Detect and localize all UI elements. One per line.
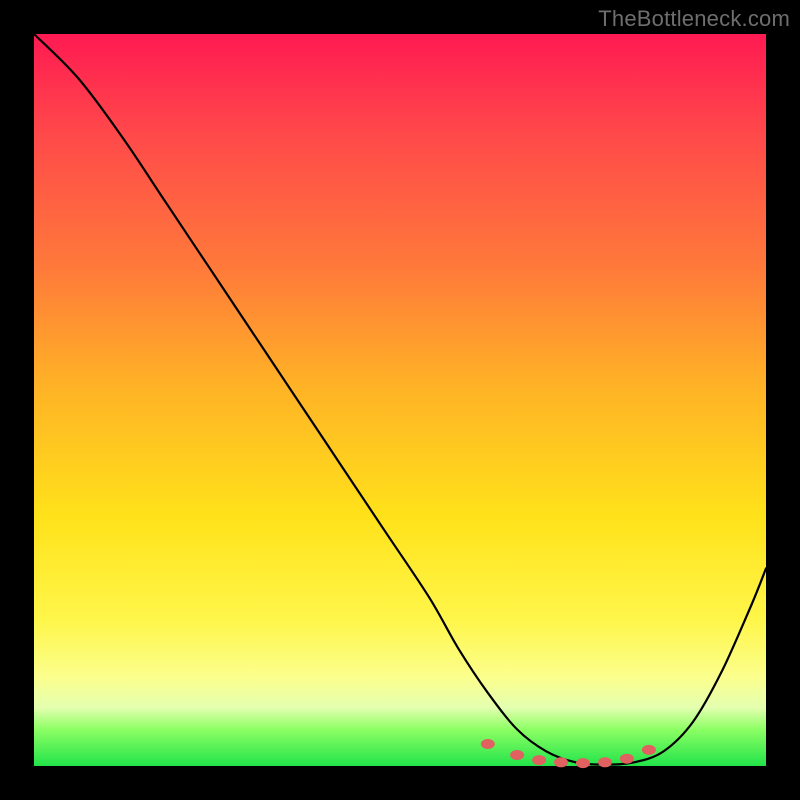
minimum-dot (481, 739, 495, 749)
minimum-dot (620, 754, 634, 764)
minimum-dot (642, 745, 656, 755)
bottleneck-curve (34, 34, 766, 765)
minimum-dot (510, 750, 524, 760)
watermark-text: TheBottleneck.com (598, 6, 790, 32)
minimum-dot (554, 757, 568, 767)
minimum-dot (576, 758, 590, 768)
plot-area (34, 34, 766, 766)
minimum-dot (532, 755, 546, 765)
minimum-dot (598, 757, 612, 767)
curve-layer (34, 34, 766, 766)
chart-frame: TheBottleneck.com (0, 0, 800, 800)
